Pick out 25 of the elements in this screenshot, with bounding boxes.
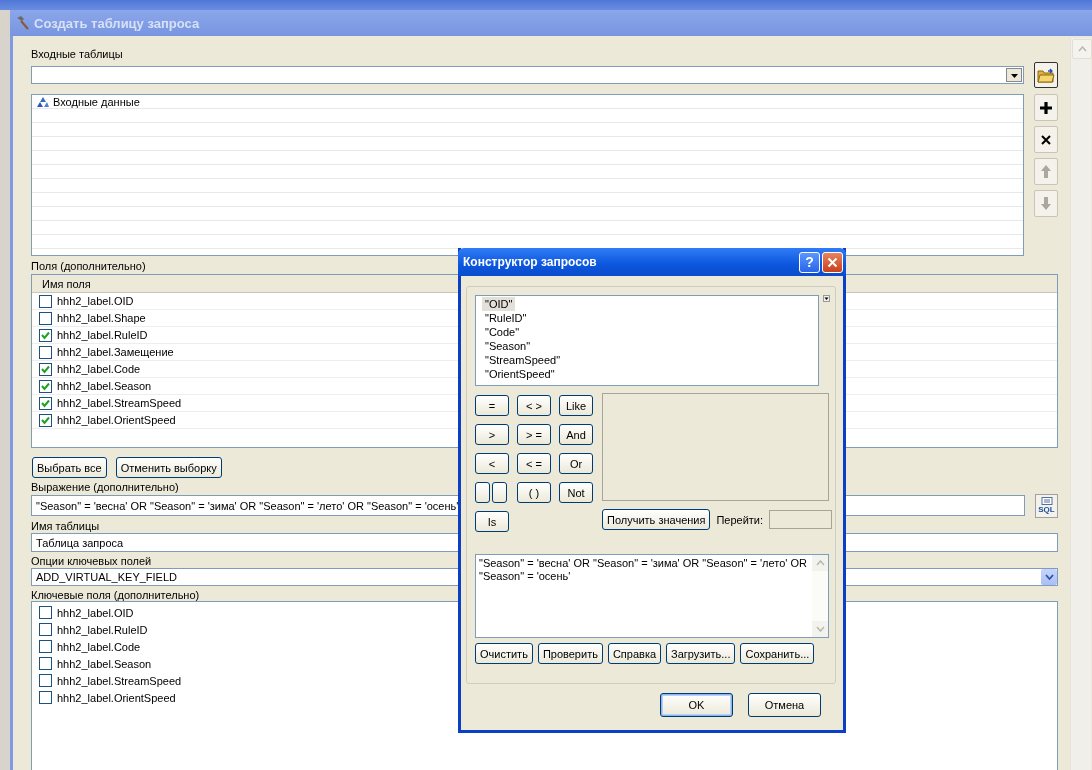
window-title: Создать таблицу запроса [34, 15, 200, 31]
field-name: hhh2_label.Code [57, 640, 141, 653]
field-name: hhh2_label.StreamSpeed [57, 397, 182, 409]
field-name: hhh2_label.RuleID [57, 623, 148, 636]
field-name: hhh2_label.Shape [57, 312, 146, 324]
field-label: Входные таблицы [31, 48, 123, 60]
dialog-title: Конструктор запросов [463, 255, 598, 269]
field-name: hhh2_label.OID [57, 295, 134, 307]
field-name: hhh2_label.StreamSpeed [57, 674, 182, 687]
field-label: Выражение (дополнительно) [31, 481, 179, 493]
field-name: hhh2_label.RuleID [57, 329, 148, 341]
field-label: Имя таблицы [31, 520, 100, 532]
field-name: hhh2_label.OID [57, 606, 134, 619]
field-name: hhh2_label.Season [57, 380, 152, 392]
sql-label: SQL [1038, 505, 1055, 514]
field-name: hhh2_label.Code [57, 363, 141, 375]
goto-label: Перейти: [716, 513, 764, 526]
field-label: Опции ключевых полей [31, 555, 152, 567]
field-label: Ключевые поля (дополнительно) [31, 589, 200, 601]
combo-value: ADD_VIRTUAL_KEY_FIELD [36, 571, 178, 583]
field-name: hhh2_label.Season [57, 657, 152, 670]
field-name: hhh2_label.OrientSpeed [57, 691, 176, 704]
field-name: hhh2_label.Замещение [57, 346, 174, 358]
field-label: Поля (дополнительно) [31, 260, 146, 272]
field-name: hhh2_label.OrientSpeed [57, 414, 176, 426]
